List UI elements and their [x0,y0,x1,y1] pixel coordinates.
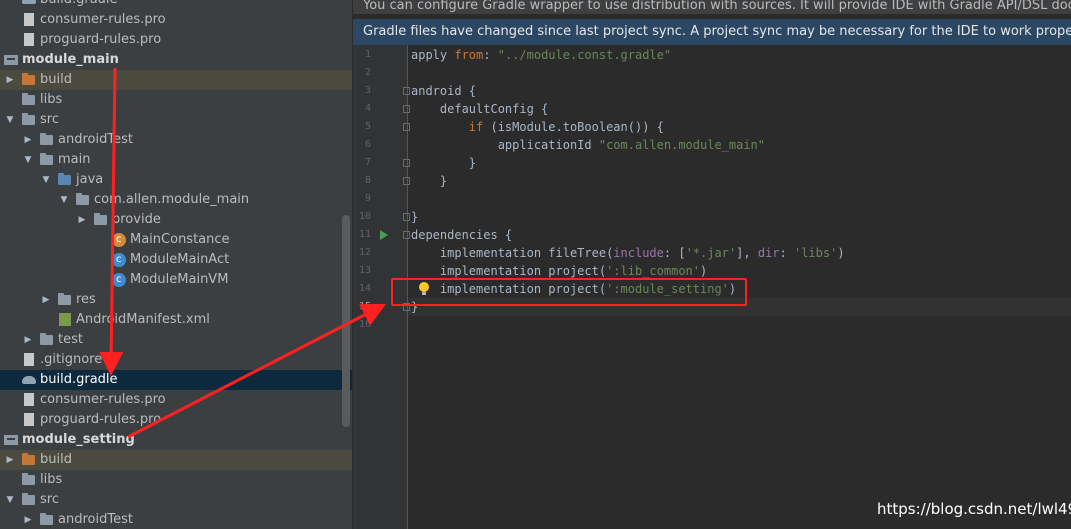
annotation-arrow-diagonal [127,303,386,439]
watermark: https://blog.csdn.net/lwl49 [877,500,1071,518]
annotation-arrows [99,67,386,439]
annotation-arrow-down [99,67,124,376]
